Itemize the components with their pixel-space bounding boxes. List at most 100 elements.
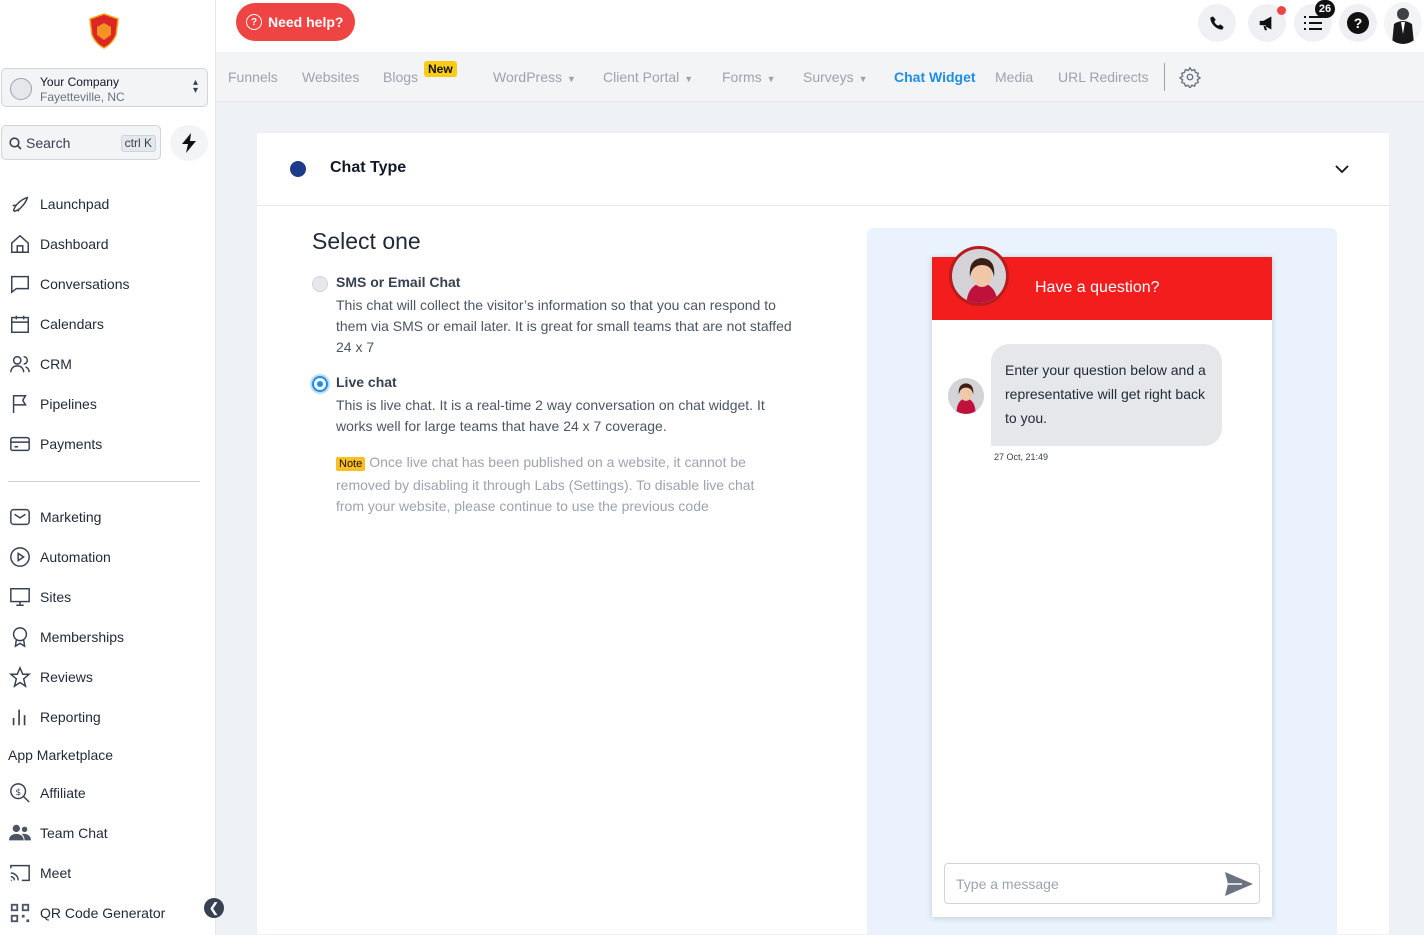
star-icon [8,665,32,689]
top-bar: ? Need help? 26 ? [216,0,1424,52]
company-switcher[interactable]: Your Company Fayetteville, NC ▴ ▾ [1,68,208,107]
message-input[interactable]: Type a message [944,863,1260,904]
team-icon [8,821,32,845]
sidebar-item-conversations[interactable]: Conversations [8,272,130,296]
company-location: Fayetteville, NC [40,90,125,104]
sidebar-item-marketing[interactable]: Marketing [8,505,101,529]
company-logo[interactable] [88,13,120,49]
phone-button[interactable] [1198,4,1236,42]
radio-sms-email-chat[interactable] [312,276,328,292]
chevron-down-icon: ▼ [766,74,776,84]
option-description: This is live chat. It is a real-time 2 w… [336,397,765,434]
sidebar-item-launchpad[interactable]: Launchpad [8,192,109,216]
lightning-icon [182,133,196,153]
sidebar-item-label: Launchpad [40,196,110,212]
subnav-url-redirects[interactable]: URL Redirects [1058,69,1149,85]
sidebar-item-qr-code-generator[interactable]: QR Code Generator [8,901,165,925]
sidebar-item-label: Pipelines [40,396,97,412]
sidebar-item-label: Payments [40,436,103,452]
chevron-down-icon[interactable] [1334,161,1350,177]
message-timestamp: 27 Oct, 21:49 [994,452,1049,462]
sidebar-item-label: Memberships [40,629,125,645]
calendar-icon [8,312,32,336]
message-bubble: Enter your question below and a represen… [991,344,1222,446]
sidebar-item-calendars[interactable]: Calendars [8,312,104,336]
subnav-chat-widget[interactable]: Chat Widget [894,69,976,85]
sidebar-item-pipelines[interactable]: Pipelines [8,392,97,416]
subnav-blogs[interactable]: Blogs [383,69,418,85]
sidebar-item-label: Calendars [40,316,104,332]
chat-icon [8,272,32,296]
chat-type-header[interactable]: Chat Type [257,133,1391,206]
subnav-wordpress[interactable]: WordPress ▼ [493,69,576,85]
user-avatar[interactable] [1384,2,1422,44]
collapse-sidebar-button[interactable]: ❮ [204,898,224,918]
sidebar-item-label: Meet [40,865,72,881]
sidebar-item-memberships[interactable]: Memberships [8,625,124,649]
subnav-funnels[interactable]: Funnels [228,69,278,85]
option-title: SMS or Email Chat [336,274,461,290]
gear-icon[interactable] [1179,66,1201,88]
sidebar-item-team-chat[interactable]: Team Chat [8,821,108,845]
chevron-down-icon: ▼ [684,74,694,84]
award-icon [8,625,32,649]
sidebar-item-crm[interactable]: CRM [8,352,72,376]
bar-chart-icon [8,705,32,729]
agent-avatar-small [948,378,984,414]
qr-code-icon [8,901,32,925]
monitor-icon [8,585,32,609]
new-badge: New [424,61,457,77]
subnav-media[interactable]: Media [995,69,1033,85]
sidebar-item-automation[interactable]: Automation [8,545,111,569]
send-icon[interactable] [1224,871,1254,897]
subnav-wordpress-label: WordPress [493,69,562,85]
quick-actions-button[interactable] [170,125,208,161]
search-shortcut: ctrl K [120,135,156,152]
question-circle-icon: ? [246,14,262,30]
users-icon [8,352,32,376]
widget-header-title: Have a question? [1035,279,1160,296]
sidebar-item-payments[interactable]: Payments [8,432,102,456]
chat-type-card: Chat Type Select one SMS or Email Chat T… [256,132,1391,935]
subnav-surveys[interactable]: Surveys ▼ [803,69,868,85]
need-help-button[interactable]: ? Need help? [236,3,355,41]
sidebar-divider [8,481,200,482]
sidebar-item-app-marketplace[interactable]: App Marketplace [8,743,113,767]
subnav-client-portal[interactable]: Client Portal ▼ [603,69,693,85]
subnav-surveys-label: Surveys [803,69,854,85]
search-icon [9,137,22,150]
sidebar-item-label: Reviews [40,669,93,685]
sidebar-item-reviews[interactable]: Reviews [8,665,93,689]
phone-icon [1210,16,1224,30]
subnav-forms-label: Forms [722,69,762,85]
announcements-button[interactable] [1248,4,1286,42]
sub-navigation: Funnels Websites Blogs New WordPress ▼ Cl… [216,52,1424,102]
chat-widget-preview: Have a question? Enter your question bel… [932,246,1272,917]
notification-count-badge: 26 [1315,0,1335,18]
sidebar-item-dashboard[interactable]: Dashboard [8,232,109,256]
sidebar-item-sites[interactable]: Sites [8,585,71,609]
notifications-button[interactable]: 26 [1294,0,1335,42]
sidebar-item-meet[interactable]: Meet [8,861,71,885]
widget-preview-panel: Have a question? Enter your question bel… [867,228,1337,935]
help-button[interactable]: ? [1339,4,1377,42]
credit-card-icon [8,432,32,456]
search-input[interactable]: Search ctrl K [1,125,161,160]
rocket-icon [8,192,32,216]
mail-icon [8,505,32,529]
widget-header: Have a question? [932,246,1272,320]
subnav-websites[interactable]: Websites [302,69,359,85]
agent-avatar [949,246,1009,306]
sidebar-item-reporting[interactable]: Reporting [8,705,101,729]
play-circle-icon [8,545,32,569]
chat-type-title: Chat Type [330,159,407,176]
radio-live-chat[interactable] [312,376,328,392]
list-icon [1304,16,1322,30]
note-text: Once live chat has been published on a w… [336,454,755,514]
chevron-updown-icon: ▴ ▾ [192,77,198,96]
subnav-forms[interactable]: Forms ▼ [722,69,776,85]
sidebar-item-label: Automation [40,549,111,565]
sidebar-item-affiliate[interactable]: $ Affiliate [8,781,86,805]
sidebar-item-label: Sites [40,589,72,605]
sidebar-item-label: QR Code Generator [40,905,166,921]
